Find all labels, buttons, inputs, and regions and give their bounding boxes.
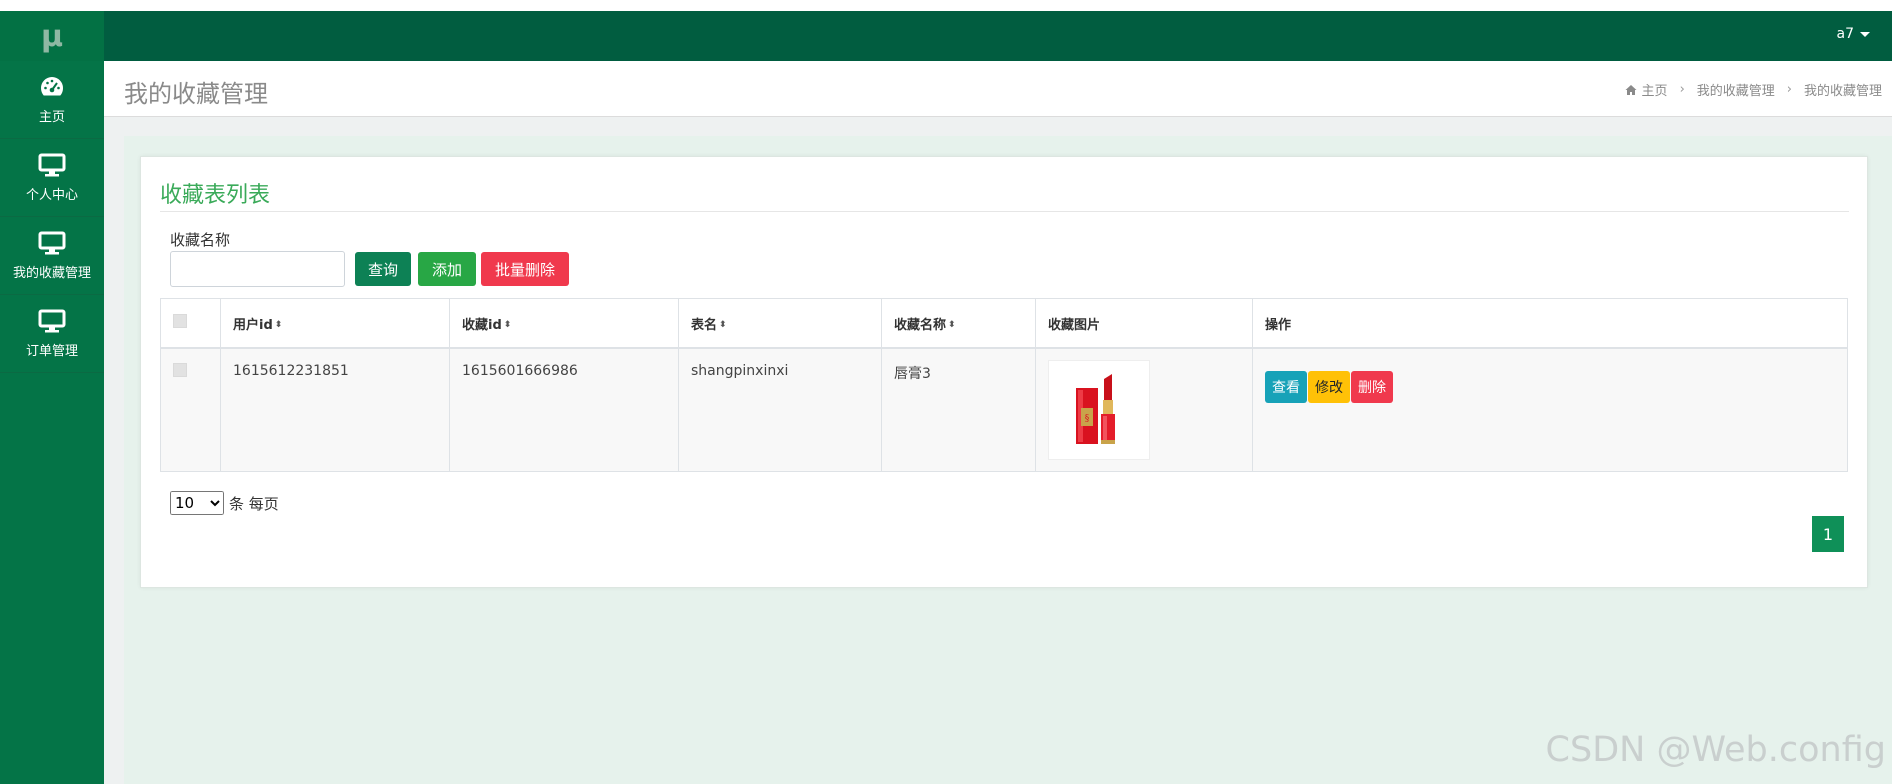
sidebar-item-orders[interactable]: 订单管理 [0,295,104,373]
column-header-fav-name[interactable]: 收藏名称 ⬍ [881,298,1036,349]
query-button[interactable]: 查询 [355,252,411,286]
lipstick-image: § [1048,360,1150,460]
breadcrumb: 主页 › 我的收藏管理 › 我的收藏管理 [1625,80,1882,99]
select-all-checkbox[interactable] [173,314,187,328]
per-page-suffix: 条 每页 [229,494,279,513]
column-header-label: 用户id [233,317,273,333]
cell-user-id: 1615612231851 [220,347,450,472]
home-icon [1625,84,1637,95]
caret-down-icon [1860,31,1870,37]
column-header-user-id[interactable]: 用户id ⬍ [220,298,450,349]
user-name: a7 [1836,26,1855,42]
chevron-right-icon: › [1786,82,1792,97]
user-menu[interactable]: a7 [1836,26,1870,42]
sidebar-item-my-favorites[interactable]: 我的收藏管理 [0,217,104,295]
dashboard-icon [41,77,64,96]
column-header-label: 收藏id [462,317,502,333]
sidebar-item-label: 个人中心 [25,188,78,203]
sidebar-item-personal-center[interactable]: 个人中心 [0,139,104,217]
column-header-label: 收藏图片 [1048,317,1101,333]
table-header-row: 用户id ⬍ 收藏id ⬍ 表名 ⬍ 收藏名称 ⬍ 收藏图片 操作 [160,298,1848,349]
card-title: 收藏表列表 [160,183,271,208]
sidebar-item-label: 主页 [38,110,65,125]
delete-button[interactable]: 删除 [1351,371,1393,403]
per-page-control: 10 条 每页 [170,491,279,515]
cell-table-name: shangpinxinxi [678,347,882,472]
chevron-right-icon: › [1679,82,1685,97]
column-header-actions: 操作 [1252,298,1848,349]
cell-fav-id: 1615601666986 [449,347,679,472]
favorite-name-input[interactable] [170,251,345,287]
sort-icon: ⬍ [948,319,956,330]
breadcrumb-item[interactable]: 我的收藏管理 [1697,80,1775,99]
sidebar-item-label: 订单管理 [25,344,78,359]
breadcrumb-item: 我的收藏管理 [1803,84,1882,99]
favorites-card: 收藏表列表 收藏名称 查询 添加 批量删除 用户id ⬍ 收藏id ⬍ 表名 ⬍… [140,156,1868,588]
edit-button[interactable]: 修改 [1308,371,1350,403]
column-header-label: 操作 [1265,317,1292,333]
column-header-fav-image: 收藏图片 [1035,298,1253,349]
watermark: CSDN @Web.config [1545,730,1886,770]
logo-text: μ [40,18,64,54]
favorites-table: 用户id ⬍ 收藏id ⬍ 表名 ⬍ 收藏名称 ⬍ 收藏图片 操作 161561… [160,298,1848,472]
monitor-icon [38,309,66,333]
divider [160,211,1849,212]
column-header-table-name[interactable]: 表名 ⬍ [678,298,882,349]
sort-icon: ⬍ [719,319,727,330]
logo: μ [0,11,104,61]
page-button-current[interactable]: 1 [1812,516,1844,552]
top-bar: a7 [104,11,1892,61]
breadcrumb-item-home[interactable]: 主页 [1642,80,1668,99]
cell-actions: 查看 修改 删除 [1252,347,1848,472]
add-button[interactable]: 添加 [418,252,476,286]
table-row: 1615612231851 1615601666986 shangpinxinx… [160,347,1848,472]
sort-icon: ⬍ [503,319,512,330]
sort-icon: ⬍ [274,319,283,330]
sidebar-item-label: 我的收藏管理 [12,266,91,281]
batch-delete-button[interactable]: 批量删除 [481,252,569,286]
view-button[interactable]: 查看 [1265,371,1307,403]
top-strip [0,0,1892,11]
row-select-cell [160,347,221,472]
column-header-label: 表名 [691,317,718,333]
select-all-cell [160,298,221,349]
page-title: 我的收藏管理 [124,80,268,108]
cell-fav-name: 唇膏3 [881,347,1036,472]
row-checkbox[interactable] [173,363,187,377]
filter-label: 收藏名称 [170,231,231,249]
per-page-select[interactable]: 10 [170,491,224,515]
sidebar-item-home[interactable]: 主页 [0,61,104,139]
monitor-icon [38,231,66,255]
svg-text:§: § [1085,414,1090,424]
column-header-fav-id[interactable]: 收藏id ⬍ [449,298,679,349]
page-header: 我的收藏管理 主页 › 我的收藏管理 › 我的收藏管理 [104,61,1892,117]
column-header-label: 收藏名称 [894,317,947,333]
monitor-icon [38,153,66,177]
cell-fav-image: § [1035,347,1253,472]
lipstick-icon: § [1076,374,1115,444]
sidebar: μ 主页 个人中心 我的收藏管理 订单管理 [0,11,104,784]
